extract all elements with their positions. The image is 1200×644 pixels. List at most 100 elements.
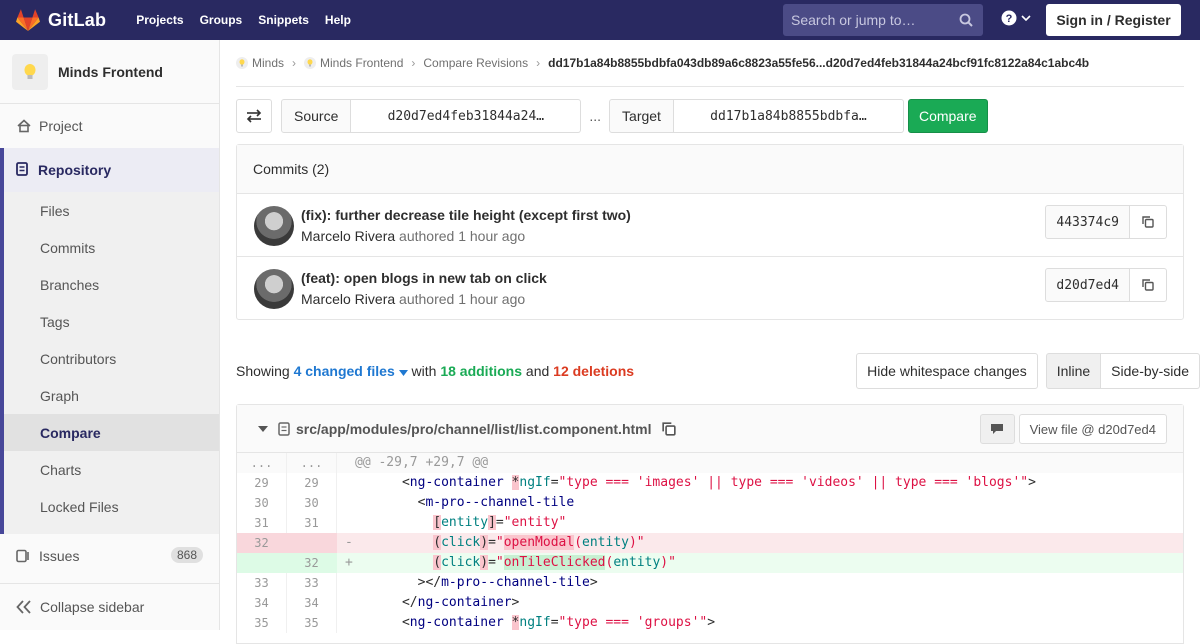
summary-showing: Showing <box>236 363 290 379</box>
breadcrumb-chevron-icon: › <box>536 56 541 70</box>
changed-files-dropdown[interactable]: 4 changed files <box>294 363 408 379</box>
sidebar-subitem-charts[interactable]: Charts <box>4 451 219 488</box>
new-line-number[interactable]: ... <box>287 453 337 473</box>
nav-projects[interactable]: Projects <box>128 0 191 40</box>
sidebar-project-header[interactable]: Minds Frontend <box>0 40 219 104</box>
nav-snippets[interactable]: Snippets <box>250 0 317 40</box>
commit-title-link[interactable]: (fix): further decrease tile height (exc… <box>301 207 631 223</box>
diff-line: 30 30 <m-pro--channel-tile <box>237 493 1183 513</box>
new-line-number[interactable]: 32 <box>287 553 337 573</box>
diff-code: - (click)="openModal(entity)" <box>345 535 645 550</box>
chevron-down-icon <box>1021 15 1031 21</box>
copy-path-icon[interactable] <box>661 421 676 436</box>
commit-author-link[interactable]: Marcelo Rivera <box>301 291 395 307</box>
old-line-number[interactable]: 31 <box>237 513 287 533</box>
new-line-number[interactable]: 33 <box>287 573 337 593</box>
sign-in-button[interactable]: Sign in / Register <box>1046 4 1181 36</box>
copy-sha-button[interactable] <box>1130 268 1167 302</box>
summary-with: with <box>411 363 437 379</box>
collapse-sidebar-button[interactable]: Collapse sidebar <box>0 583 219 630</box>
commit-author-link[interactable]: Marcelo Rivera <box>301 228 395 244</box>
help-dropdown[interactable]: ? <box>1001 10 1031 26</box>
commit-sha-link[interactable]: 443374c9 <box>1045 205 1130 239</box>
sidebar-subitem-locked-files[interactable]: Locked Files <box>4 488 219 525</box>
breadcrumb-current[interactable]: dd17b1a84b8855bdbfa043db89a6c8823a55fe56… <box>548 56 1089 70</box>
sidebar-item-issues[interactable]: Issues 868 <box>0 534 219 578</box>
new-line-number[interactable]: 34 <box>287 593 337 613</box>
old-line-number[interactable] <box>237 553 287 573</box>
old-line-number[interactable]: 33 <box>237 573 287 593</box>
copy-icon <box>1142 216 1154 228</box>
top-nav-menu: Projects Groups Snippets Help <box>128 0 359 40</box>
breadcrumb-item-minds[interactable]: Minds <box>236 56 284 70</box>
gitlab-logo-link[interactable]: GitLab <box>16 9 106 31</box>
diff-code: + (click)="onTileClicked(entity)" <box>345 555 676 570</box>
inline-view-button[interactable]: Inline <box>1045 353 1102 389</box>
breadcrumb-chevron-icon: › <box>411 56 416 70</box>
new-line-number[interactable]: 29 <box>287 473 337 493</box>
file-path-link[interactable]: src/app/modules/pro/channel/list/list.co… <box>296 421 652 437</box>
old-line-number[interactable]: 29 <box>237 473 287 493</box>
old-line-number[interactable]: 30 <box>237 493 287 513</box>
diff-line: 31 31 [entity]="entity" <box>237 513 1183 533</box>
source-revision-field: Source d20d7ed4feb31844a24… <box>281 99 582 133</box>
copy-sha-button[interactable] <box>1130 205 1167 239</box>
commit-row: (fix): further decrease tile height (exc… <box>237 194 1183 257</box>
commit-time: 1 hour ago <box>458 291 526 307</box>
target-revision-dropdown[interactable]: dd17b1a84b8855bdbfa… <box>673 99 904 133</box>
hide-whitespace-button[interactable]: Hide whitespace changes <box>856 353 1038 389</box>
source-revision-dropdown[interactable]: d20d7ed4feb31844a24… <box>351 99 582 133</box>
main-content: Minds › Minds Frontend › Compare Revisio… <box>236 40 1200 644</box>
toggle-comments-button[interactable] <box>979 414 1015 444</box>
sidebar-item-project[interactable]: Project <box>0 104 219 148</box>
nav-groups[interactable]: Groups <box>192 0 251 40</box>
diff-code: <ng-container *ngIf="type === 'groups'"> <box>355 615 716 630</box>
question-circle-icon: ? <box>1001 10 1017 26</box>
diff-file: src/app/modules/pro/channel/list/list.co… <box>236 404 1184 644</box>
changed-files-label: 4 changed files <box>293 363 395 379</box>
new-line-number[interactable]: 30 <box>287 493 337 513</box>
search-icon <box>959 13 973 27</box>
diff-code: <ng-container *ngIf="type === 'images' |… <box>355 475 1036 490</box>
author-avatar[interactable] <box>254 206 294 246</box>
old-line-number[interactable]: 32 <box>237 533 287 553</box>
sidebar-subitem-commits[interactable]: Commits <box>4 229 219 266</box>
author-avatar[interactable] <box>254 269 294 309</box>
sidebar-subitem-compare[interactable]: Compare <box>4 414 219 451</box>
sidebar-subitem-graph[interactable]: Graph <box>4 377 219 414</box>
target-label: Target <box>609 99 674 133</box>
old-line-number[interactable]: ... <box>237 453 287 473</box>
hunk-header-text: @@ -29,7 +29,7 @@ <box>337 453 1183 473</box>
search-input[interactable]: Search or jump to… <box>783 4 983 36</box>
nav-help[interactable]: Help <box>317 0 359 40</box>
view-file-button[interactable]: View file @ d20d7ed4 <box>1018 414 1167 444</box>
diff-line: 34 34 </ng-container> <box>237 593 1183 613</box>
sidebar-subitem-contributors[interactable]: Contributors <box>4 340 219 377</box>
sidebar-subitem-tags[interactable]: Tags <box>4 303 219 340</box>
sidebar-item-repository[interactable]: Repository <box>4 148 219 192</box>
swap-revisions-button[interactable] <box>236 99 272 133</box>
new-line-number[interactable] <box>287 533 337 553</box>
sidebar-subitem-branches[interactable]: Branches <box>4 266 219 303</box>
commits-header: Commits (2) <box>237 145 1183 194</box>
double-chevron-left-icon <box>16 600 31 614</box>
minds-avatar-icon <box>236 57 248 69</box>
breadcrumb-item-compare-revisions[interactable]: Compare Revisions <box>423 56 528 70</box>
comment-icon <box>991 424 1004 434</box>
compare-button[interactable]: Compare <box>907 99 988 133</box>
sidebar-item-label: Issues <box>39 548 80 564</box>
sidebar-subitem-files[interactable]: Files <box>4 192 219 229</box>
commit-title-link[interactable]: (feat): open blogs in new tab on click <box>301 270 547 286</box>
breadcrumb-item-minds-frontend[interactable]: Minds Frontend <box>304 56 403 70</box>
collapse-caret-icon[interactable] <box>258 425 268 432</box>
diff-line-added: 32 + (click)="onTileClicked(entity)" <box>237 553 1183 573</box>
commit-sha-link[interactable]: d20d7ed4 <box>1045 268 1130 302</box>
side-by-side-view-button[interactable]: Side-by-side <box>1101 353 1200 389</box>
old-line-number[interactable]: 34 <box>237 593 287 613</box>
new-line-number[interactable]: 31 <box>287 513 337 533</box>
additions-count: 18 additions <box>440 363 523 379</box>
new-line-number[interactable]: 35 <box>287 613 337 633</box>
diff-file-header: src/app/modules/pro/channel/list/list.co… <box>237 405 1183 453</box>
breadcrumb-chevron-icon: › <box>292 56 297 70</box>
old-line-number[interactable]: 35 <box>237 613 287 633</box>
